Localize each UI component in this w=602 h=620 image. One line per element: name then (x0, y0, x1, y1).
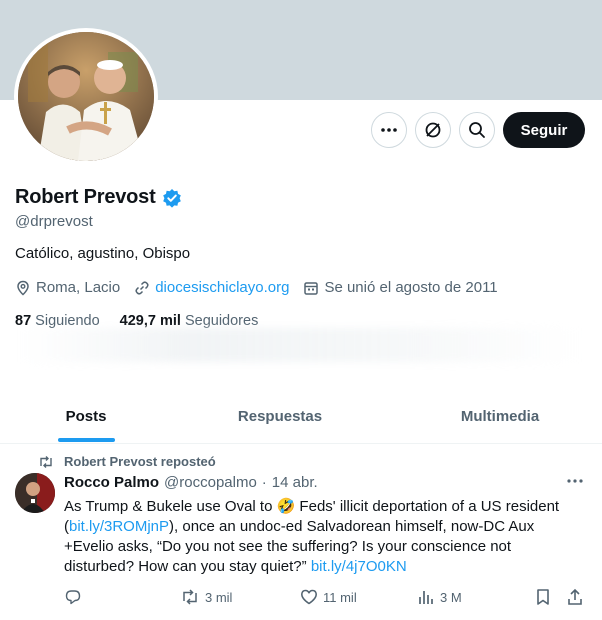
website-item[interactable]: diocesischiclayo.org (134, 279, 289, 296)
tweet-link-2[interactable]: bit.ly/4j7O0KN (311, 558, 407, 575)
joined-text: Se unió el agosto de 2011 (324, 279, 498, 296)
share-icon (568, 588, 582, 605)
joined-item: Se unió el agosto de 2011 (303, 279, 498, 296)
profile-bio: Católico, agustino, Obispo (15, 245, 191, 262)
tab-media[interactable]: Multimedia (420, 390, 580, 443)
profile-name: Robert Prevost (15, 186, 156, 208)
followers-count: 429,7 mil (119, 313, 181, 329)
tweet-author-name[interactable]: Rocco Palmo (64, 474, 159, 491)
repost-label[interactable]: Robert Prevost reposteó (64, 454, 216, 469)
like-count: 11 mil (323, 589, 357, 605)
heart-icon (301, 589, 317, 605)
tweet-link-1[interactable]: bit.ly/3ROMjnP (69, 518, 169, 535)
repost-indicator: Robert Prevost reposteó (38, 454, 216, 469)
repost-icon (40, 455, 52, 468)
tweet-author-handle[interactable]: @roccopalmo (164, 474, 257, 491)
profile-name-row: Robert Prevost (15, 186, 182, 209)
location-item: Roma, Lacio (15, 279, 120, 296)
tweet-author-avatar[interactable] (15, 473, 55, 513)
calendar-icon (304, 281, 319, 295)
follow-button[interactable]: Seguir (503, 112, 585, 148)
profile-tabs: Posts Respuestas Multimedia (0, 390, 602, 444)
retweet-icon (183, 589, 197, 605)
views-count: 3 M (440, 589, 462, 605)
profile-handle: @drprevost (15, 213, 93, 230)
followers-stat[interactable]: 429,7 mil Seguidores (120, 313, 259, 329)
like-button[interactable]: 11 mil (300, 588, 357, 606)
blurred-content (20, 328, 580, 362)
location-text: Roma, Lacio (36, 279, 121, 296)
views-icon (419, 591, 433, 604)
search-icon (469, 122, 485, 138)
more-icon (567, 479, 583, 483)
more-icon (381, 128, 397, 132)
tweet-header: Rocco Palmo @roccopalmo · 14 abr. (64, 474, 318, 491)
tweet-more-button[interactable] (566, 472, 584, 490)
more-options-button[interactable] (371, 112, 407, 148)
share-button[interactable] (566, 588, 584, 606)
views-button[interactable]: 3 M (417, 588, 462, 606)
bookmark-button[interactable] (534, 588, 552, 606)
tab-posts[interactable]: Posts (0, 390, 172, 443)
tweet-text: As Trump & Bukele use Oval to 🤣 Feds' il… (64, 497, 584, 577)
retweet-count: 3 mil (205, 589, 233, 605)
follow-stats: 87 Siguiendo 429,7 mil Seguidores (15, 313, 278, 329)
following-stat[interactable]: 87 Siguiendo (15, 313, 100, 329)
location-icon (17, 280, 29, 296)
tweet-separator: · (261, 474, 267, 491)
profile-meta: Roma, Lacio diocesischiclayo.org Se unió… (15, 279, 512, 296)
website-link[interactable]: diocesischiclayo.org (155, 279, 289, 296)
tweet-timestamp[interactable]: 14 abr. (272, 474, 318, 491)
tab-replies[interactable]: Respuestas (200, 390, 360, 443)
following-count: 87 (15, 313, 32, 329)
followers-label: Seguidores (184, 313, 259, 329)
verified-badge-icon (162, 188, 181, 208)
retweet-button[interactable]: 3 mil (180, 588, 232, 606)
following-label: Siguiendo (35, 313, 100, 329)
tweet-actions: 3 mil 11 mil 3 M (64, 588, 589, 612)
active-tab-indicator (58, 438, 115, 442)
profile-avatar[interactable] (14, 28, 158, 165)
grok-button[interactable] (415, 112, 451, 148)
reply-button[interactable] (64, 588, 82, 606)
search-button[interactable] (459, 112, 495, 148)
reply-icon (65, 590, 81, 605)
link-icon (135, 280, 149, 295)
bookmark-icon (537, 589, 549, 605)
grok-icon (425, 122, 441, 138)
